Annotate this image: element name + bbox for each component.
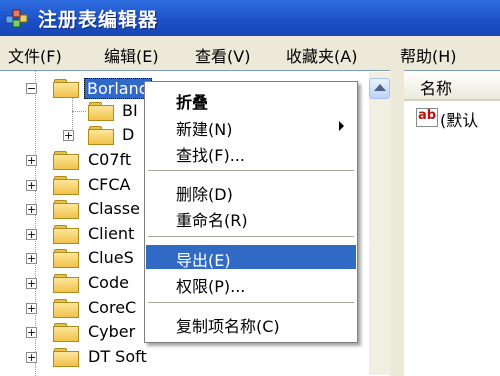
menu-item-permissions[interactable]: 权限(P)...: [146, 271, 356, 296]
tree-scrollbar[interactable]: [369, 72, 391, 375]
folder-icon: [88, 102, 114, 121]
expand-icon[interactable]: +: [26, 203, 37, 216]
tree-item-label: CoreC: [88, 298, 137, 317]
menu-separator: [148, 170, 354, 171]
registry-editor-icon: [5, 9, 28, 28]
menu-item-export[interactable]: 导出(E): [146, 245, 356, 270]
menu-item-collapse[interactable]: 折叠: [146, 87, 356, 112]
folder-icon: [53, 249, 79, 268]
expand-icon[interactable]: +: [26, 252, 37, 265]
values-list[interactable]: 名称 ab (默认: [404, 70, 500, 376]
arrow-up-icon: [374, 84, 386, 91]
folder-icon: [53, 225, 79, 244]
menu-item-find[interactable]: 查找(F)...: [146, 140, 356, 165]
collapse-icon[interactable]: −: [26, 82, 37, 95]
folder-icon: [53, 274, 79, 293]
menu-item-rename[interactable]: 重命名(R): [146, 205, 356, 230]
tree-item[interactable]: + DT Soft: [0, 346, 380, 370]
pane-splitter[interactable]: [392, 70, 404, 375]
scroll-up-button[interactable]: [369, 78, 390, 99]
folder-icon: [53, 299, 79, 318]
folder-icon: [88, 126, 114, 145]
expand-icon[interactable]: +: [26, 277, 37, 290]
tree-item-label: CFCA: [88, 175, 131, 194]
expand-icon[interactable]: +: [26, 179, 37, 192]
folder-icon: [53, 348, 79, 367]
window-title: 注册表编辑器: [38, 9, 159, 31]
menu-bar: 文件(F) 编辑(E) 查看(V) 收藏夹(A) 帮助(H): [0, 38, 500, 68]
expand-icon[interactable]: +: [26, 326, 37, 339]
value-name: (默认: [440, 111, 479, 130]
expand-icon[interactable]: +: [26, 302, 37, 315]
tree-item-label: Borland: [84, 78, 152, 99]
expand-icon[interactable]: +: [63, 129, 74, 142]
context-menu: 折叠 新建(N) 查找(F)... 删除(D) 重命名(R) 导出(E) 权限(…: [144, 81, 358, 343]
folder-icon: [53, 151, 79, 170]
menu-help[interactable]: 帮助(H): [400, 43, 457, 67]
folder-icon: [53, 323, 79, 342]
menu-edit[interactable]: 编辑(E): [104, 43, 159, 67]
menu-item-new[interactable]: 新建(N): [146, 114, 356, 139]
tree-item-label: ClueS: [88, 248, 134, 267]
column-header-name[interactable]: 名称: [404, 71, 500, 101]
tree-item-label: C07ft: [88, 150, 132, 169]
tree-item-label: Classe: [88, 199, 140, 218]
expand-icon[interactable]: +: [26, 351, 37, 364]
menu-file[interactable]: 文件(F): [8, 43, 62, 67]
string-value-icon: ab: [416, 108, 438, 127]
menu-view[interactable]: 查看(V): [195, 43, 250, 67]
tree-item-label: D: [122, 125, 135, 144]
menu-separator: [148, 236, 354, 237]
menu-favorites[interactable]: 收藏夹(A): [286, 43, 357, 67]
expand-icon[interactable]: +: [26, 228, 37, 241]
folder-icon: [53, 176, 79, 195]
menu-item-delete[interactable]: 删除(D): [146, 179, 356, 204]
tree-item-label: Cyber: [88, 322, 136, 341]
folder-icon: [53, 200, 79, 219]
submenu-arrow-icon: [339, 121, 344, 131]
folder-open-icon: [53, 79, 79, 98]
menu-separator: [148, 302, 354, 303]
tree-item-label: Client: [88, 224, 135, 243]
tree-item-label: Code: [88, 273, 129, 292]
title-bar: 注册表编辑器: [0, 0, 500, 36]
tree-item-label: DT Soft: [88, 347, 147, 366]
tree-item-label: BI: [122, 101, 138, 120]
expand-icon[interactable]: +: [26, 154, 37, 167]
menu-item-copy-key-name[interactable]: 复制项名称(C): [146, 311, 356, 336]
